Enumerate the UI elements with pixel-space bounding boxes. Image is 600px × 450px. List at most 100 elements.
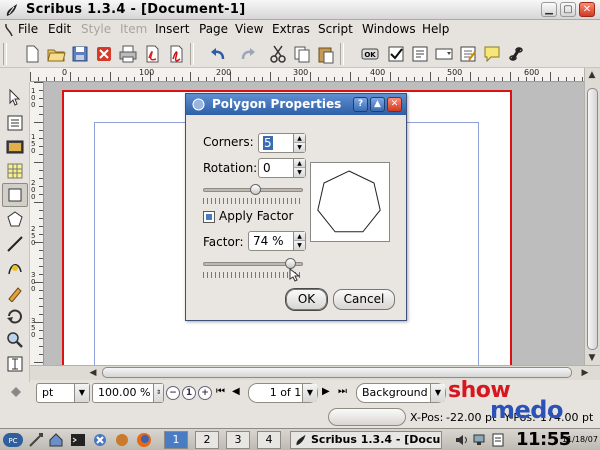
shape-tool-button[interactable]: [2, 183, 28, 207]
desktop-3-button[interactable]: 3: [226, 431, 250, 449]
new-document-icon[interactable]: [22, 44, 42, 64]
rotation-spinbox[interactable]: 0 ▲ ▼: [258, 158, 306, 178]
cut-icon[interactable]: [268, 44, 288, 64]
scroll-right-icon[interactable]: ▶: [578, 366, 592, 380]
table-tool-icon[interactable]: [5, 161, 25, 181]
zoom-100-icon[interactable]: 1: [182, 386, 196, 400]
desktop-icon[interactable]: [28, 432, 44, 448]
start-menu-icon[interactable]: PC: [2, 432, 24, 448]
line-tool-icon[interactable]: [5, 234, 25, 254]
copy-icon[interactable]: [292, 44, 312, 64]
menu-view[interactable]: View: [235, 22, 263, 36]
text-frame-tool-icon[interactable]: [5, 113, 25, 133]
polygon-tool-icon[interactable]: [5, 210, 25, 230]
last-page-icon[interactable]: ⏭: [338, 386, 347, 397]
zoom-out-icon[interactable]: −: [166, 386, 180, 400]
firefox-icon[interactable]: [136, 432, 152, 448]
select-tool-icon[interactable]: [5, 87, 25, 107]
menu-edit[interactable]: Edit: [48, 22, 71, 36]
menu-item[interactable]: Item: [120, 22, 147, 36]
terminal-icon[interactable]: [70, 432, 86, 448]
undo-icon[interactable]: [208, 44, 228, 64]
menu-page[interactable]: Page: [199, 22, 228, 36]
maximize-button[interactable]: ▢: [560, 2, 576, 17]
scroll-down-icon[interactable]: ▼: [585, 351, 599, 365]
desktop-1-button[interactable]: 1: [164, 431, 188, 449]
close-button[interactable]: ✕: [579, 2, 595, 17]
image-frame-tool-icon[interactable]: [5, 137, 25, 157]
menu-script[interactable]: Script: [318, 22, 353, 36]
paste-icon[interactable]: [316, 44, 336, 64]
menu-windows[interactable]: Windows: [362, 22, 416, 36]
save-icon[interactable]: [70, 44, 90, 64]
export-pdf-icon[interactable]: [142, 44, 162, 64]
zoom-in-icon[interactable]: +: [198, 386, 212, 400]
spin-down-icon[interactable]: ▼: [293, 241, 305, 250]
help-icon[interactable]: ?: [353, 97, 368, 112]
horizontal-scroll-thumb[interactable]: [102, 367, 572, 378]
checkbox-icon[interactable]: [386, 44, 406, 64]
page-select[interactable]: 1 of 1 ▼: [248, 383, 318, 403]
preflight-ok-icon[interactable]: OK: [360, 44, 380, 64]
combo-field-icon[interactable]: [434, 44, 454, 64]
clipboard-icon[interactable]: [490, 432, 506, 448]
factor-slider-ticks: [203, 272, 303, 278]
close-document-icon[interactable]: [94, 44, 114, 64]
scroll-up-icon[interactable]: ▲: [585, 68, 599, 82]
unit-select[interactable]: pt ▼: [36, 383, 90, 403]
redo-icon[interactable]: [238, 44, 258, 64]
network-icon[interactable]: [472, 432, 488, 448]
ok-button[interactable]: OK: [286, 289, 327, 310]
ruler-tick: [110, 72, 111, 81]
spin-up-icon[interactable]: ▲: [293, 232, 305, 241]
zoom-tool-icon[interactable]: [5, 330, 25, 350]
settings-icon[interactable]: [92, 432, 108, 448]
spin-up-icon[interactable]: ▲: [293, 159, 305, 168]
spin-down-icon[interactable]: ▼: [293, 143, 305, 152]
form-field-icon[interactable]: [410, 44, 430, 64]
cancel-button[interactable]: Cancel: [333, 289, 395, 310]
shade-icon[interactable]: ▲: [370, 97, 385, 112]
home-icon[interactable]: [48, 432, 64, 448]
bezier-tool-icon[interactable]: [5, 258, 25, 278]
spin-down-icon[interactable]: ▼: [293, 168, 305, 177]
dialog-close-icon[interactable]: ✕: [387, 97, 402, 112]
rotation-slider-knob[interactable]: [250, 184, 261, 195]
corners-spinbox[interactable]: 5 ▲ ▼: [258, 133, 306, 153]
desktop-2-button[interactable]: 2: [195, 431, 219, 449]
apply-factor-checkbox[interactable]: [203, 211, 215, 223]
horizontal-scrollbar[interactable]: ◀ ▶: [30, 365, 600, 380]
menu-help[interactable]: Help: [422, 22, 449, 36]
prev-page-icon[interactable]: ◀: [232, 386, 240, 397]
freehand-tool-icon[interactable]: [5, 282, 25, 302]
tools-icon[interactable]: [114, 432, 130, 448]
window-titlebar[interactable]: Scribus 1.3.4 - [Document-1] ▁ ▢ ✕: [0, 0, 600, 20]
volume-icon[interactable]: [454, 432, 470, 448]
dialog-titlebar[interactable]: Polygon Properties ? ▲ ✕: [186, 94, 406, 115]
zoom-input[interactable]: 100.00 % ⇕: [92, 383, 164, 403]
print-icon[interactable]: [118, 44, 138, 64]
menu-extras[interactable]: Extras: [272, 22, 310, 36]
story-editor-icon[interactable]: [458, 44, 478, 64]
first-page-icon[interactable]: ⏮: [216, 386, 225, 397]
factor-spinbox[interactable]: 74 % ▲ ▼: [248, 231, 306, 251]
desktop-4-button[interactable]: 4: [257, 431, 281, 449]
vertical-scrollbar[interactable]: ▲ ▼: [584, 68, 600, 365]
vertical-scroll-thumb[interactable]: [587, 88, 598, 350]
ruler-tick: [550, 72, 551, 81]
next-page-icon[interactable]: ▶: [322, 386, 330, 397]
scroll-left-icon[interactable]: ◀: [86, 366, 100, 380]
menu-insert[interactable]: Insert: [155, 22, 189, 36]
menu-style[interactable]: Style: [81, 22, 111, 36]
scribus-task-button[interactable]: Scribus 1.3.4 - [Docu: [290, 431, 442, 449]
layer-select[interactable]: Background ▼: [356, 383, 446, 403]
open-icon[interactable]: [46, 44, 66, 64]
edit-text-tool-icon[interactable]: [5, 354, 25, 374]
export-pdf-2-icon[interactable]: [166, 44, 186, 64]
menu-file[interactable]: File: [18, 22, 38, 36]
text-annotation-icon[interactable]: [482, 44, 502, 64]
spin-up-icon[interactable]: ▲: [293, 134, 305, 143]
rotate-tool-icon[interactable]: [5, 306, 25, 326]
link-annotation-icon[interactable]: [506, 44, 526, 64]
minimize-button[interactable]: ▁: [541, 2, 557, 17]
